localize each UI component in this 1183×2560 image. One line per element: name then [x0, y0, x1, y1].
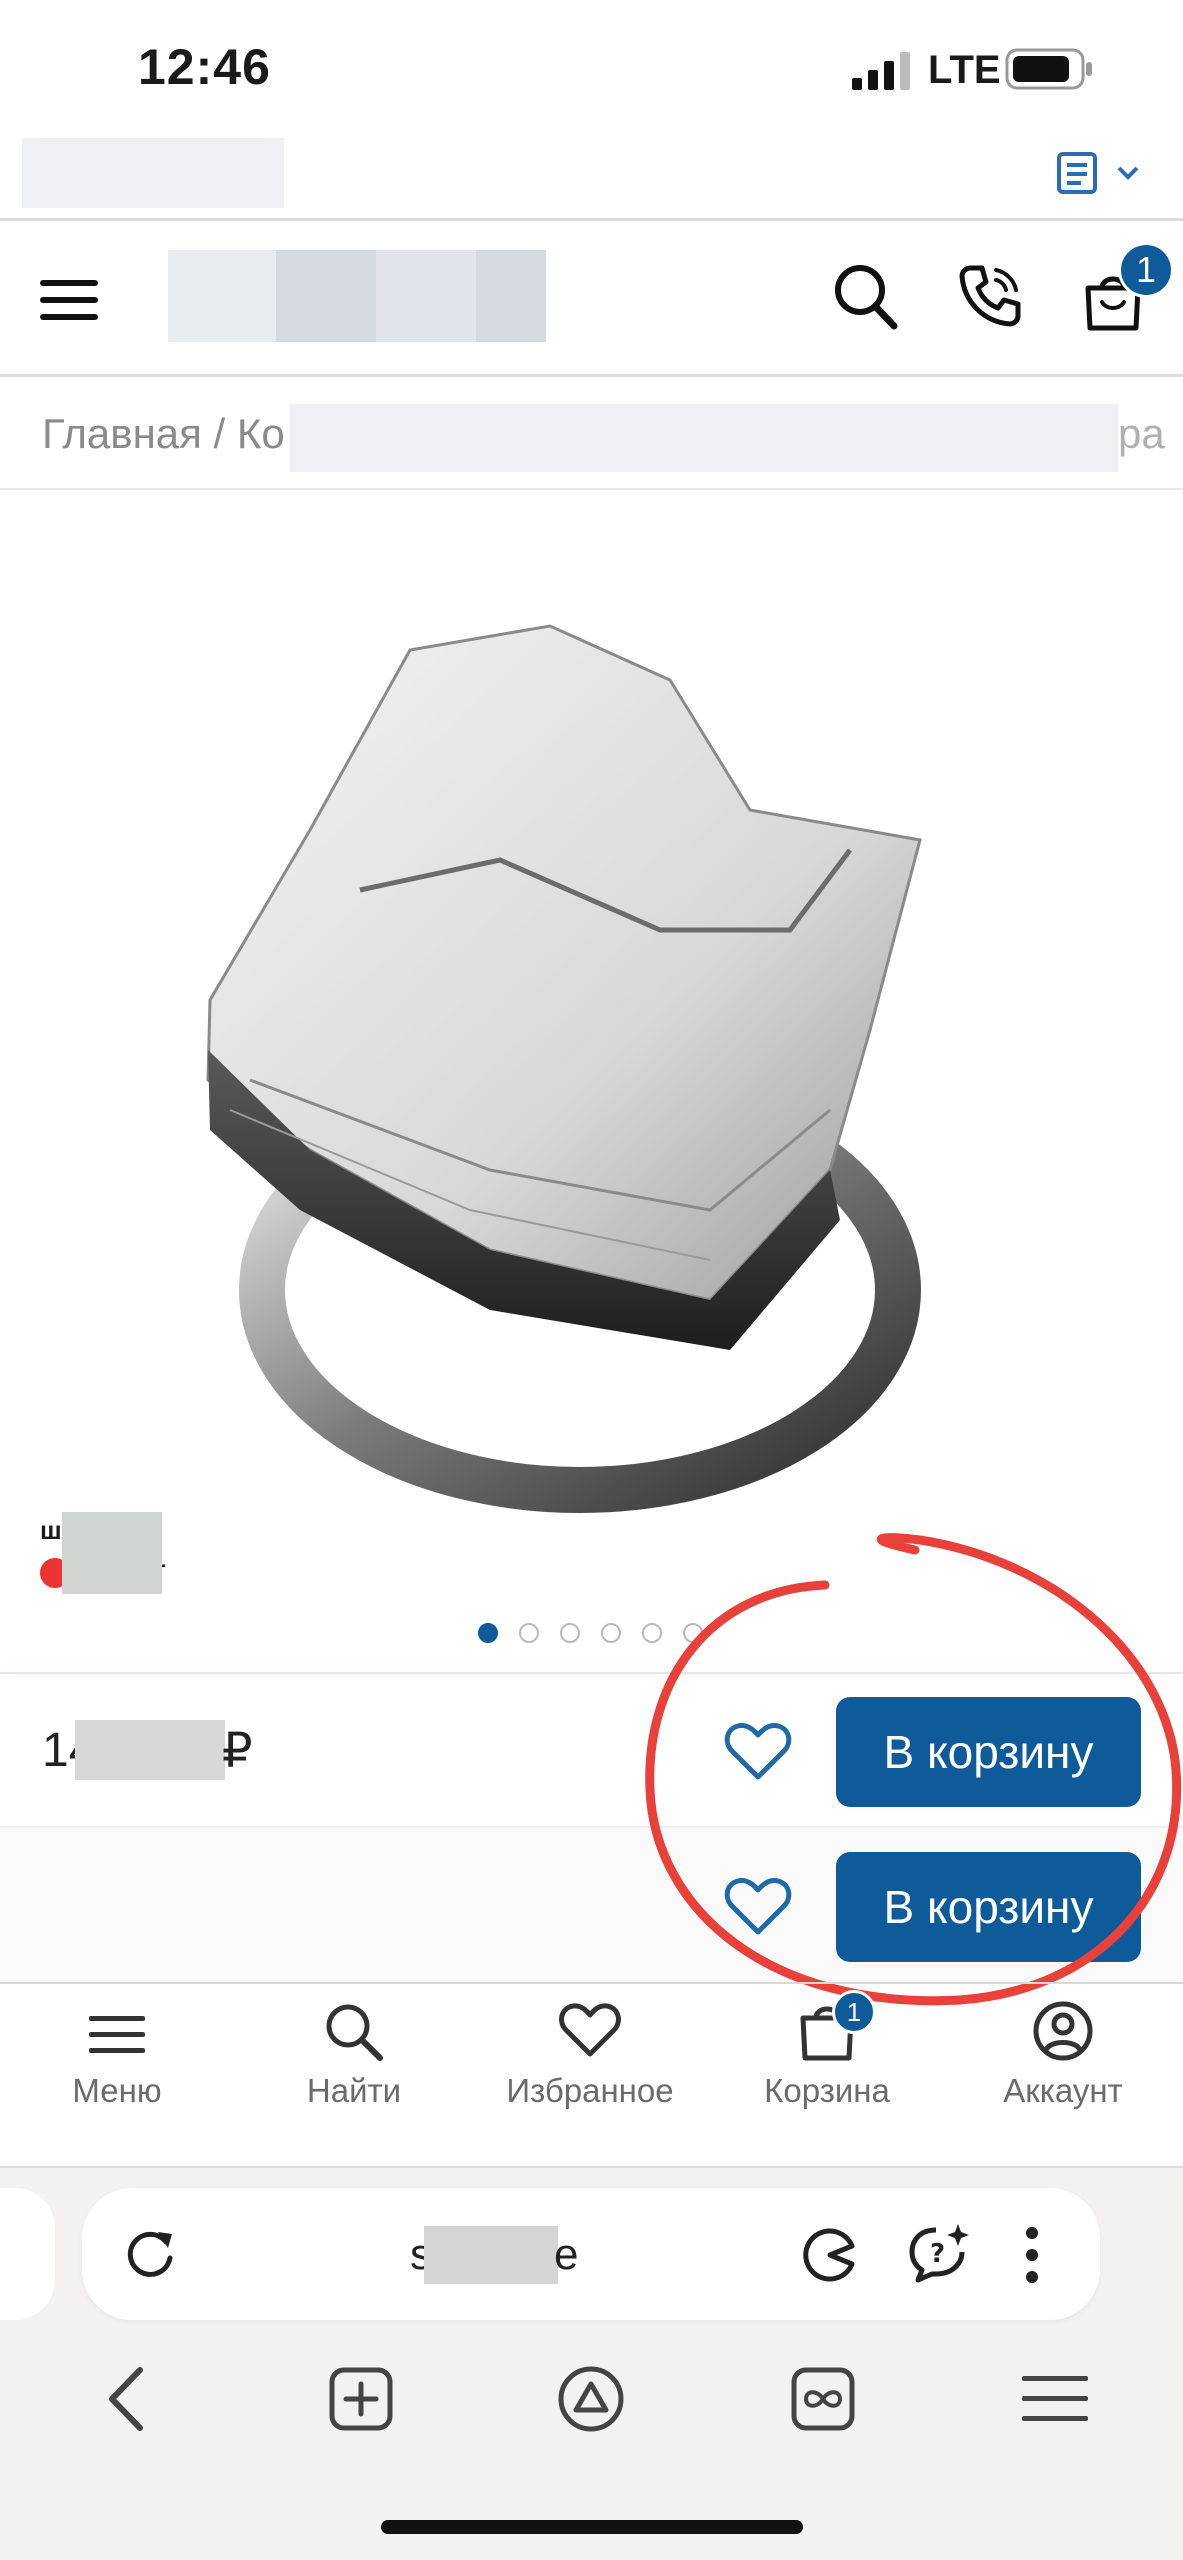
alice-assistant-icon[interactable]	[556, 2364, 626, 2439]
tabs-icon[interactable]	[790, 2366, 856, 2437]
image-label-line1: ш	[40, 1515, 62, 1545]
home-indicator[interactable]	[381, 2520, 803, 2534]
nav-account-label[interactable]: Аккаунт	[943, 2072, 1183, 2110]
status-time: 12:46	[138, 39, 271, 95]
signal-icon	[852, 52, 916, 95]
redacted-block	[424, 2226, 558, 2284]
nav-search-icon[interactable]	[254, 2000, 454, 2069]
redacted-block	[22, 138, 284, 208]
currency-symbol: ₽	[222, 1725, 253, 1778]
nav-favorites-label[interactable]: Избранное	[470, 2072, 710, 2110]
gallery-dot[interactable]	[560, 1623, 580, 1643]
url-end: e	[554, 2230, 579, 2279]
redacted-block	[75, 1720, 225, 1780]
ai-assistant-icon[interactable]: ?	[906, 2220, 972, 2291]
reload-icon[interactable]	[122, 2226, 178, 2287]
nav-account-icon[interactable]	[963, 2000, 1163, 2067]
nav-cart-icon[interactable]	[727, 2000, 927, 2067]
nav-menu-icon[interactable]	[17, 2000, 217, 2065]
phone-icon[interactable]	[956, 262, 1024, 335]
nav-menu-label[interactable]: Меню	[0, 2072, 237, 2110]
pacman-icon[interactable]	[800, 2224, 860, 2289]
hamburger-menu-icon[interactable]	[40, 278, 98, 327]
breadcrumb-tail: ра	[1118, 410, 1165, 457]
browser-menu-icon[interactable]	[1022, 2374, 1088, 2429]
new-tab-icon[interactable]	[328, 2366, 394, 2437]
site-logo[interactable]	[168, 250, 546, 342]
nav-cart-label[interactable]: Корзина	[707, 2072, 947, 2110]
svg-text:?: ?	[930, 2239, 945, 2269]
reader-mode-icon[interactable]	[1055, 150, 1145, 201]
gallery-dot[interactable]	[519, 1623, 539, 1643]
gallery-dot[interactable]	[601, 1623, 621, 1643]
redacted-block	[290, 404, 1118, 472]
previous-tab-pill[interactable]	[0, 2188, 55, 2320]
back-icon[interactable]	[106, 2366, 146, 2437]
breadcrumb[interactable]: Главная / Ко	[42, 410, 285, 458]
gallery-dot[interactable]	[478, 1623, 498, 1643]
cart-count-badge: 1	[1118, 242, 1174, 298]
redacted-block	[62, 1512, 162, 1594]
annotation-circle	[630, 1530, 1183, 2035]
search-icon[interactable]	[832, 262, 898, 337]
nav-favorites-icon[interactable]	[490, 2000, 690, 2065]
product-image[interactable]	[190, 610, 950, 1545]
nav-cart-badge: 1	[832, 1990, 876, 2034]
more-options-icon[interactable]	[1024, 2226, 1040, 2289]
battery-icon	[1005, 48, 1095, 95]
nav-search-label[interactable]: Найти	[234, 2072, 474, 2110]
network-type: LTE	[928, 48, 1001, 92]
